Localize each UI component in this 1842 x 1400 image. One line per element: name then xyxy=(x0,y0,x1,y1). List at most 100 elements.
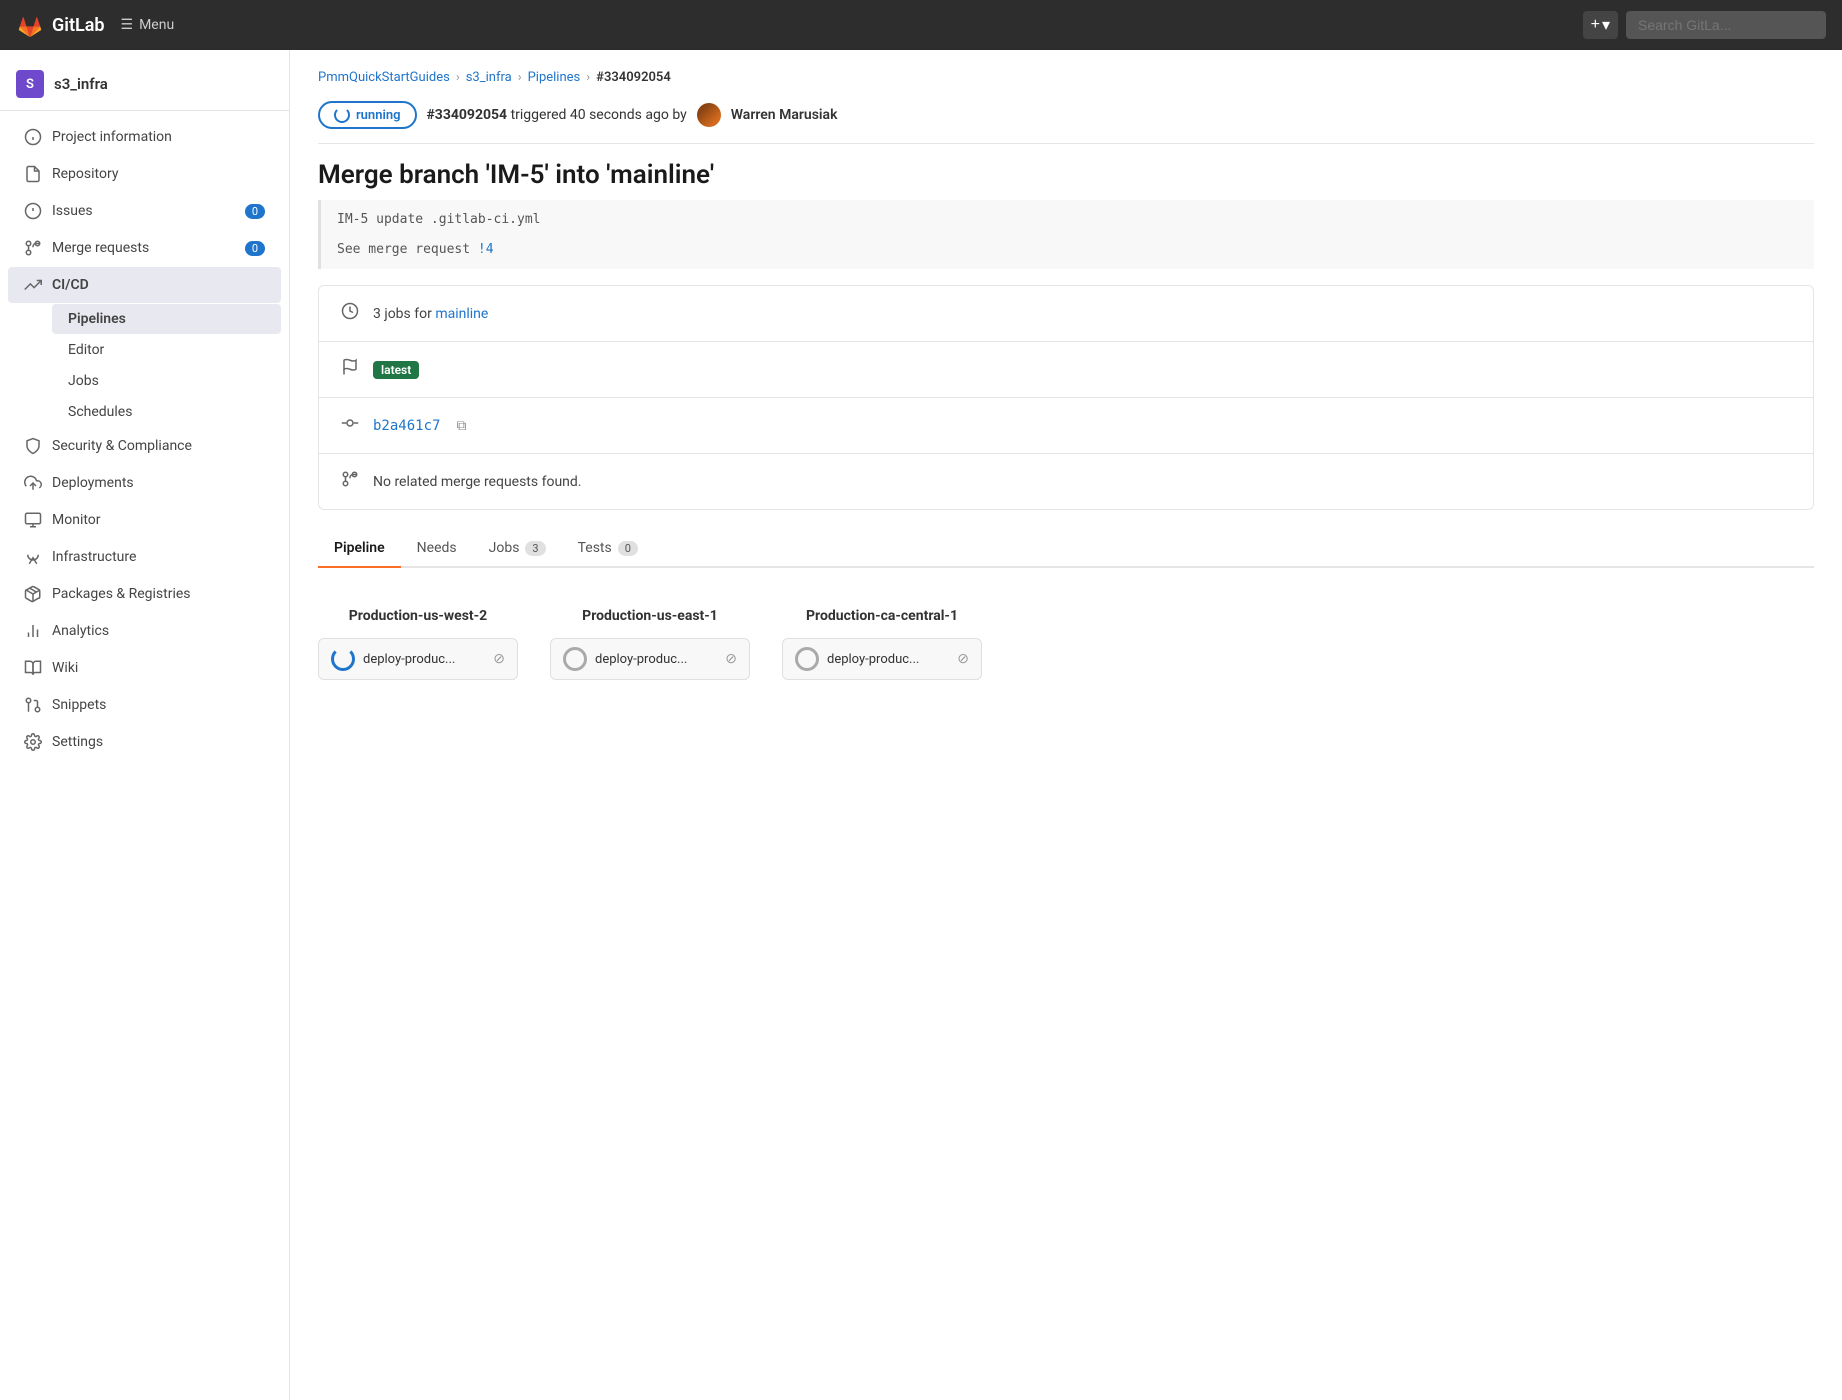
tab-pipeline[interactable]: Pipeline xyxy=(318,530,401,568)
sidebar-subnav-editor[interactable]: Editor xyxy=(52,335,281,365)
monitor-icon xyxy=(24,511,42,529)
tests-tab-count: 0 xyxy=(618,541,638,556)
info-row-tag: latest xyxy=(319,342,1813,398)
job-status-pending-icon xyxy=(563,647,587,671)
sidebar-subnav-jobs[interactable]: Jobs xyxy=(52,366,281,396)
sidebar-item-label: Security & Compliance xyxy=(52,438,192,454)
sidebar-item-monitor[interactable]: Monitor xyxy=(8,502,281,538)
merge-requests-icon xyxy=(24,239,42,257)
new-item-button[interactable]: + ▾ xyxy=(1583,11,1618,39)
description-line1: IM-5 update .gitlab-ci.yml xyxy=(337,212,1798,227)
breadcrumb-current: #334092054 xyxy=(596,70,671,85)
sidebar-item-cicd[interactable]: CI/CD xyxy=(8,267,281,303)
job-status-pending-icon xyxy=(795,647,819,671)
info-icon xyxy=(24,128,42,146)
sidebar-item-security-compliance[interactable]: Security & Compliance xyxy=(8,428,281,464)
sidebar-item-issues[interactable]: Issues 0 xyxy=(8,193,281,229)
sidebar-item-merge-requests[interactable]: Merge requests 0 xyxy=(8,230,281,266)
chevron-down-icon: ▾ xyxy=(1602,15,1610,35)
project-avatar: S xyxy=(16,70,44,98)
search-input[interactable] xyxy=(1626,11,1826,39)
pipeline-stage-1: Production-us-west-2 deploy-produc... ⊘ xyxy=(318,608,518,680)
sidebar-item-wiki[interactable]: Wiki xyxy=(8,650,281,686)
snippets-icon xyxy=(24,696,42,714)
pipeline-tabs: Pipeline Needs Jobs 3 Tests 0 xyxy=(318,530,1814,568)
sidebar-item-label: Snippets xyxy=(52,697,106,713)
pipeline-stage-2: Production-us-east-1 deploy-produc... ⊘ xyxy=(550,608,750,680)
sidebar-subnav-pipelines[interactable]: Pipelines xyxy=(52,304,281,334)
job-name: deploy-produc... xyxy=(363,652,485,667)
analytics-icon xyxy=(24,622,42,640)
sidebar-item-settings[interactable]: Settings xyxy=(8,724,281,760)
breadcrumb: PmmQuickStartGuides › s3_infra › Pipelin… xyxy=(318,70,1814,85)
pipeline-running-badge: running xyxy=(318,101,417,129)
repository-icon xyxy=(24,165,42,183)
sidebar-item-label: Merge requests xyxy=(52,240,149,256)
job-name: deploy-produc... xyxy=(827,652,949,667)
sidebar-item-label: Infrastructure xyxy=(52,549,136,565)
info-row-commit: b2a461c7 ⧉ xyxy=(319,398,1813,454)
breadcrumb-sep-3: › xyxy=(586,70,590,85)
job-name: deploy-produc... xyxy=(595,652,717,667)
stage-1-label: Production-us-west-2 xyxy=(349,608,487,624)
sidebar-item-snippets[interactable]: Snippets xyxy=(8,687,281,723)
breadcrumb-pipelines[interactable]: Pipelines xyxy=(528,70,581,85)
breadcrumb-project[interactable]: s3_infra xyxy=(466,70,512,85)
job-item[interactable]: deploy-produc... ⊘ xyxy=(318,638,518,680)
job-status-running-icon xyxy=(331,647,355,671)
merge-requests-badge: 0 xyxy=(245,241,265,256)
job-item[interactable]: deploy-produc... ⊘ xyxy=(782,638,982,680)
pipeline-info-box: 3 jobs for mainline latest b2a461c7 ⧉ xyxy=(318,285,1814,510)
sidebar-item-repository[interactable]: Repository xyxy=(8,156,281,192)
commit-icon xyxy=(339,414,361,437)
sidebar-item-deployments[interactable]: Deployments xyxy=(8,465,281,501)
wiki-icon xyxy=(24,659,42,677)
flag-icon xyxy=(339,358,361,381)
shield-icon xyxy=(24,437,42,455)
breadcrumb-sep-2: › xyxy=(518,70,522,85)
hamburger-icon: ☰ xyxy=(121,17,134,33)
sidebar: S s3_infra Project information Repositor… xyxy=(0,50,290,1400)
sidebar-subnav-schedules[interactable]: Schedules xyxy=(52,397,281,427)
top-navigation: GitLab ☰ Menu + ▾ xyxy=(0,0,1842,50)
stage-2-label: Production-us-east-1 xyxy=(582,608,718,624)
copy-icon[interactable]: ⧉ xyxy=(456,418,466,434)
job-skip-icon[interactable]: ⊘ xyxy=(493,651,505,667)
gitlab-logo[interactable]: GitLab xyxy=(16,11,105,39)
menu-button[interactable]: ☰ Menu xyxy=(121,17,175,33)
sidebar-item-label: Project information xyxy=(52,129,172,145)
issues-badge: 0 xyxy=(245,204,265,219)
branch-link[interactable]: mainline xyxy=(435,306,488,322)
packages-icon xyxy=(24,585,42,603)
tab-tests[interactable]: Tests 0 xyxy=(562,530,654,568)
merge-request-link[interactable]: !4 xyxy=(478,242,494,257)
sidebar-item-label: Packages & Registries xyxy=(52,586,191,602)
merge-description: IM-5 update .gitlab-ci.yml See merge req… xyxy=(318,200,1814,269)
cicd-icon xyxy=(24,276,42,294)
commit-hash-link[interactable]: b2a461c7 xyxy=(373,418,440,434)
sidebar-item-label: CI/CD xyxy=(52,277,89,293)
pipeline-status-bar: running #334092054 triggered 40 seconds … xyxy=(318,101,1814,144)
description-line2: See merge request !4 xyxy=(337,242,1798,257)
sidebar-item-label: Deployments xyxy=(52,475,134,491)
jobs-tab-count: 3 xyxy=(525,541,545,556)
sidebar-item-label: Wiki xyxy=(52,660,78,676)
clock-icon xyxy=(339,302,361,325)
settings-icon xyxy=(24,733,42,751)
job-item[interactable]: deploy-produc... ⊘ xyxy=(550,638,750,680)
info-row-merge-requests: No related merge requests found. xyxy=(319,454,1813,509)
sidebar-item-analytics[interactable]: Analytics xyxy=(8,613,281,649)
sidebar-item-packages-registries[interactable]: Packages & Registries xyxy=(8,576,281,612)
sidebar-item-label: Monitor xyxy=(52,512,101,528)
triggered-by-name: Warren Marusiak xyxy=(731,107,838,123)
sidebar-item-infrastructure[interactable]: Infrastructure xyxy=(8,539,281,575)
sidebar-item-project-information[interactable]: Project information xyxy=(8,119,281,155)
tab-jobs[interactable]: Jobs 3 xyxy=(473,530,562,568)
infrastructure-icon xyxy=(24,548,42,566)
info-row-jobs: 3 jobs for mainline xyxy=(319,286,1813,342)
tab-needs[interactable]: Needs xyxy=(401,530,473,568)
breadcrumb-sep-1: › xyxy=(456,70,460,85)
breadcrumb-org[interactable]: PmmQuickStartGuides xyxy=(318,70,450,85)
job-skip-icon[interactable]: ⊘ xyxy=(725,651,737,667)
job-skip-icon[interactable]: ⊘ xyxy=(957,651,969,667)
